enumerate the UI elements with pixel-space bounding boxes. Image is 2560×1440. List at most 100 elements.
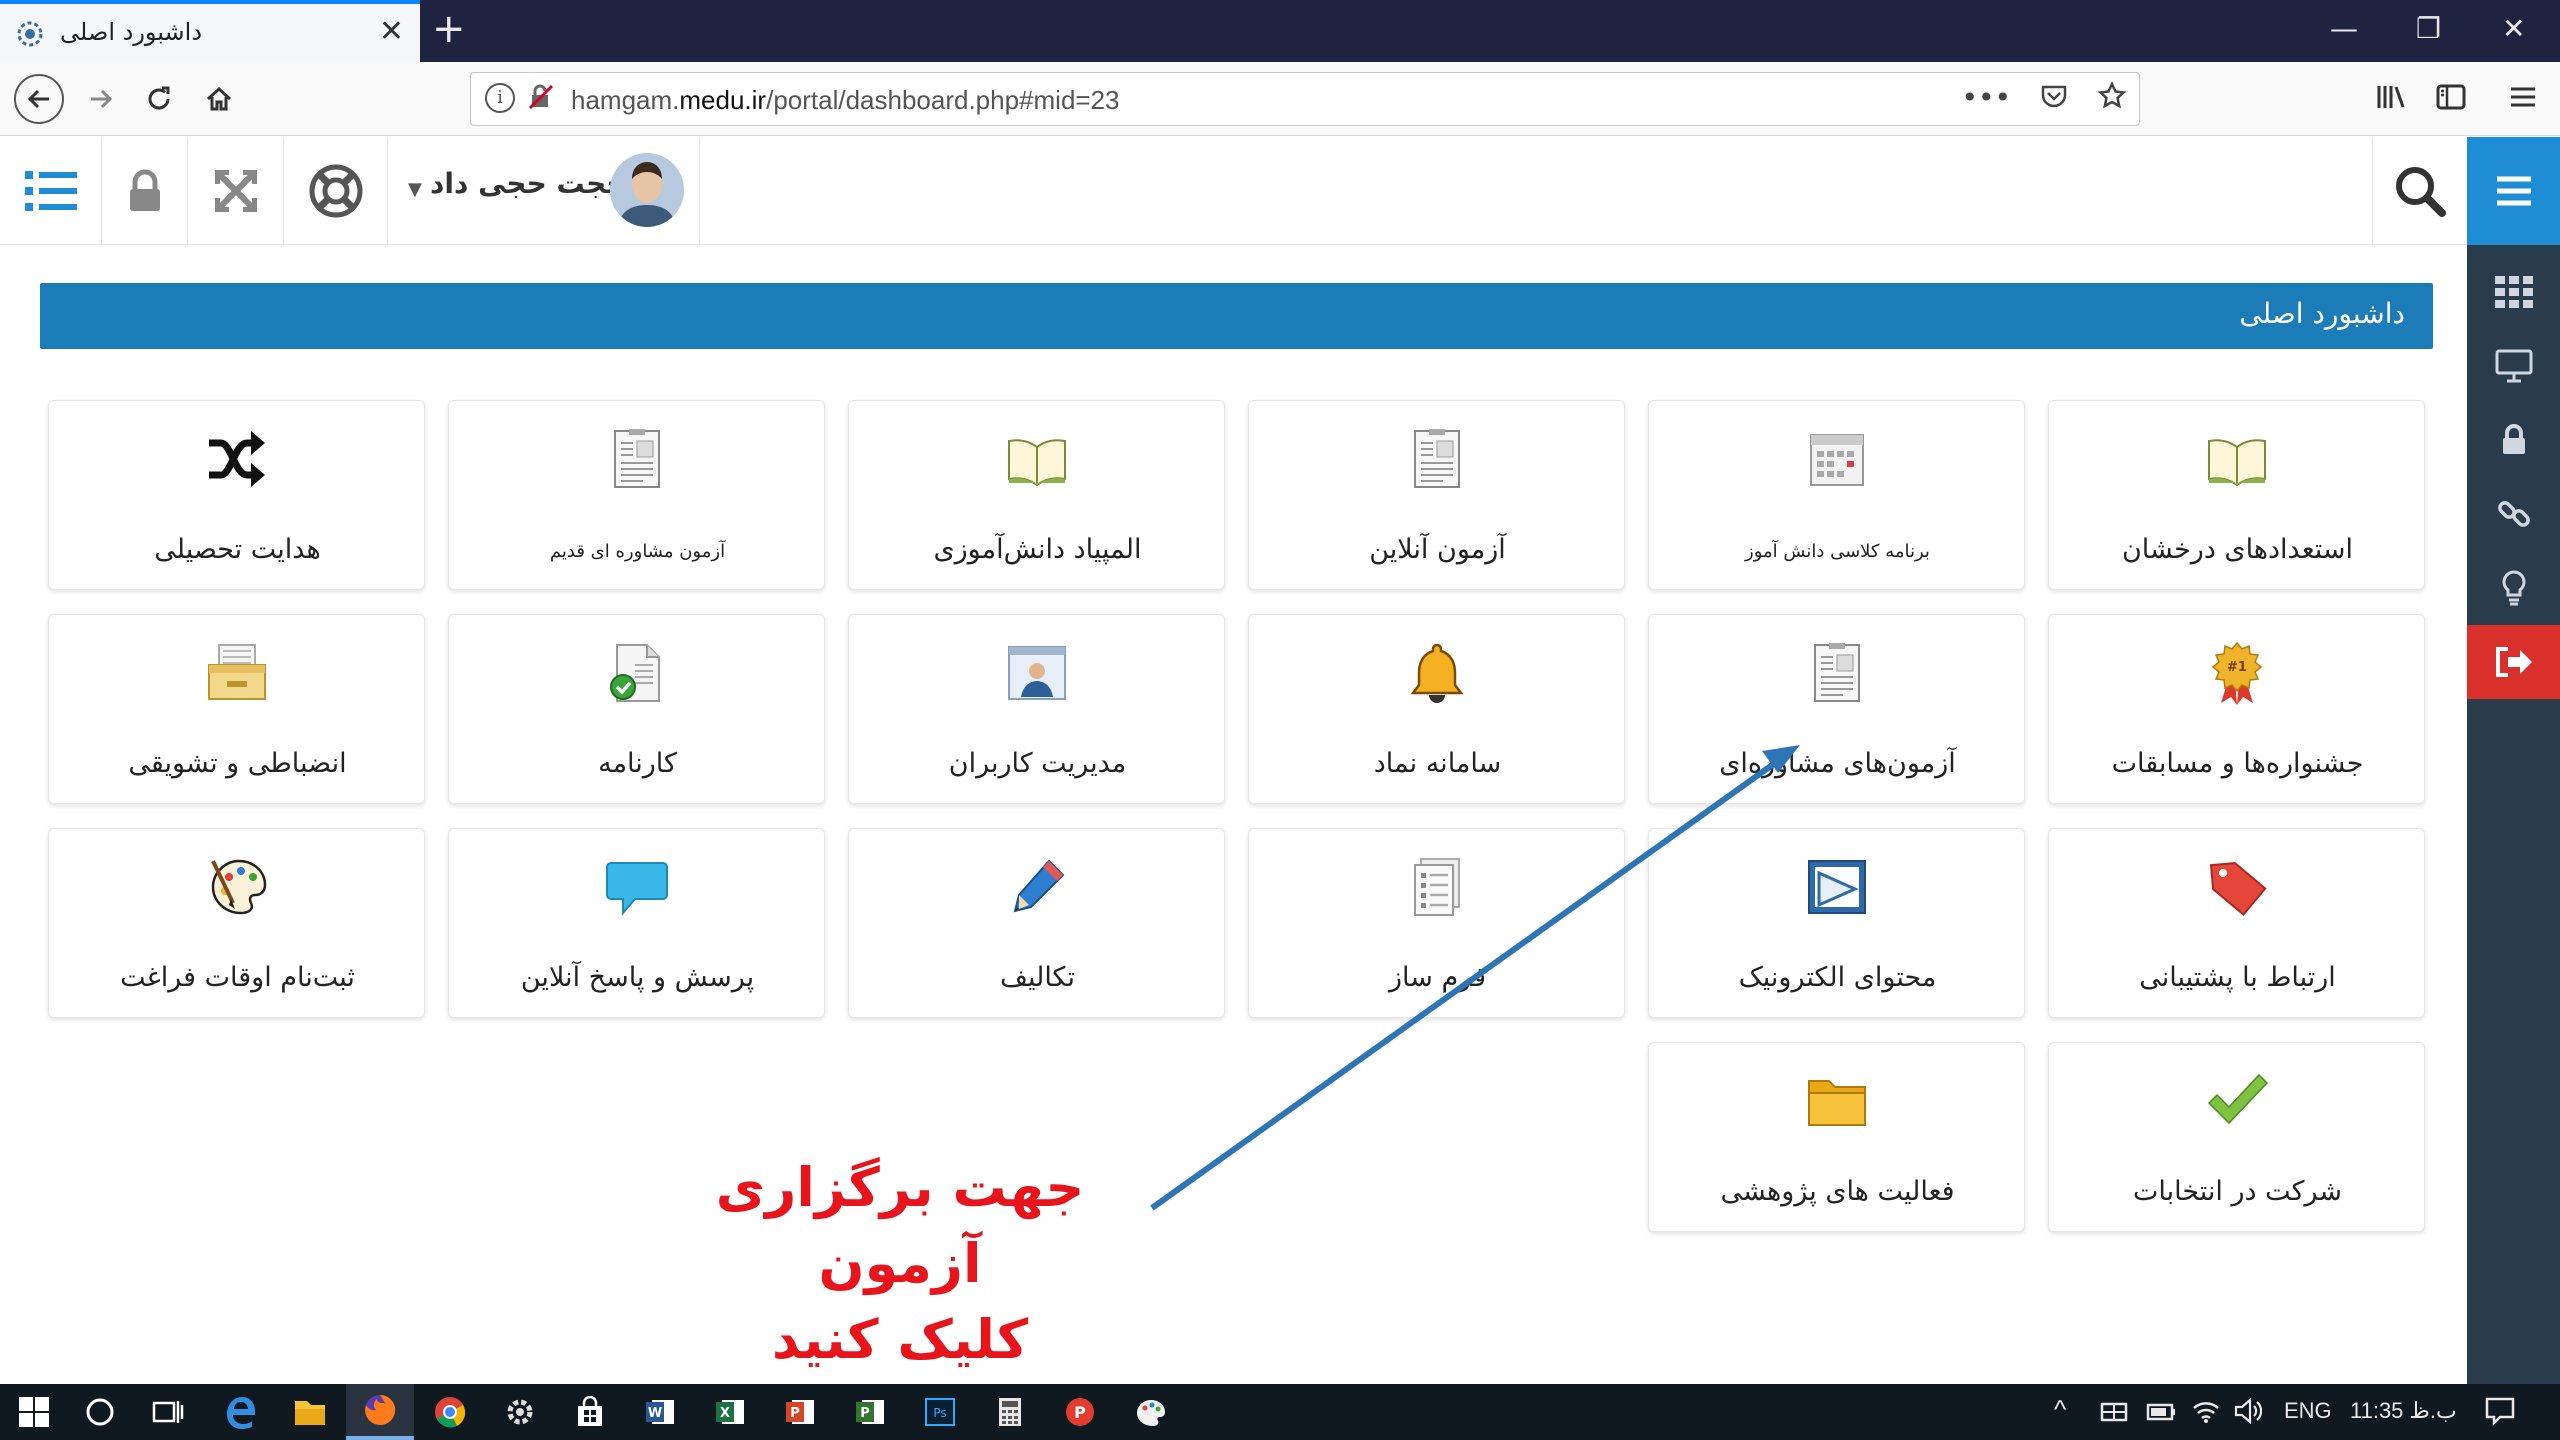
svg-text:Ps: Ps	[933, 1406, 946, 1420]
tile-user-management[interactable]: مدیریت کاربران	[848, 614, 1225, 804]
taskbar-project[interactable]: P	[836, 1384, 904, 1440]
browser-tab-active[interactable]: داشبورد اصلی ✕	[0, 0, 420, 62]
hamburger-menu-icon[interactable]	[2506, 80, 2540, 114]
tile-label: استعدادهای درخشان	[2121, 534, 2354, 565]
tray-wifi-icon[interactable]	[2192, 1398, 2220, 1424]
tag-icon	[2209, 862, 2267, 916]
tile-brilliant-talents[interactable]: استعدادهای درخشان	[2048, 400, 2425, 590]
edge-icon	[227, 1397, 255, 1429]
tray-battery-icon[interactable]	[2146, 1402, 2176, 1422]
sidebar-item-ideas[interactable]	[2467, 551, 2560, 625]
svg-text:W: W	[648, 1406, 662, 1421]
tile-support-contact[interactable]: ارتباط با پشتیبانی	[2048, 828, 2425, 1018]
tile-elections[interactable]: شرکت در انتخابات	[2048, 1042, 2425, 1232]
tile-old-counseling-exam[interactable]: آزمون مشاوره ای قدیم	[448, 400, 825, 590]
taskbar-paint[interactable]	[1116, 1384, 1184, 1440]
tile-online-qa[interactable]: پرسش و پاسخ آنلاین	[448, 828, 825, 1018]
arrow-left-icon	[27, 89, 49, 109]
sign-out-icon	[2495, 647, 2532, 677]
tile-label: آزمون آنلاین	[1369, 534, 1506, 565]
restore-window-icon[interactable]: ❐	[2416, 12, 2441, 45]
tray-volume-icon[interactable]	[2234, 1398, 2262, 1424]
tile-form-builder[interactable]: فرم ساز	[1248, 828, 1625, 1018]
logout-button[interactable]	[2467, 625, 2560, 699]
pocket-icon[interactable]	[2039, 81, 2069, 111]
sidebar-item-apps[interactable]	[2467, 255, 2560, 329]
close-window-icon[interactable]: ✕	[2502, 12, 2525, 45]
start-button[interactable]	[0, 1384, 68, 1440]
tab-close-icon[interactable]: ✕	[379, 14, 404, 49]
lock-screen-button[interactable]	[102, 137, 188, 245]
avatar	[610, 153, 684, 227]
url-domain: medu.ir	[679, 85, 767, 115]
action-center-icon[interactable]	[2484, 1396, 2516, 1426]
tile-research-activities[interactable]: فعالیت های پژوهشی	[1648, 1042, 2025, 1232]
taskbar-calculator[interactable]	[976, 1384, 1044, 1440]
tile-class-schedule[interactable]: برنامه کلاسی دانش آموز	[1648, 400, 2025, 590]
tray-chevron-up-icon[interactable]: ^	[2054, 1394, 2066, 1425]
tile-electronic-content[interactable]: محتوای الکترونیک	[1648, 828, 2025, 1018]
dashboard-title-bar: داشبورد اصلی	[40, 283, 2433, 349]
page-title: داشبورد اصلی	[2239, 297, 2405, 330]
taskbar-word[interactable]: W	[626, 1384, 694, 1440]
url-text[interactable]: hamgam.medu.ir/portal/dashboard.php#mid=…	[571, 85, 1120, 116]
user-card-icon	[1008, 646, 1066, 700]
taskbar-settings[interactable]	[486, 1384, 554, 1440]
taskbar-store[interactable]	[556, 1384, 624, 1440]
url-prefix: hamgam.	[571, 85, 680, 115]
insecure-lock-icon[interactable]	[527, 83, 555, 111]
taskbar-chrome[interactable]	[416, 1384, 484, 1440]
sidebar-menu-button[interactable]	[2467, 137, 2560, 245]
task-view-button[interactable]	[134, 1384, 202, 1440]
fullscreen-button[interactable]	[188, 137, 284, 245]
back-button[interactable]	[14, 74, 64, 124]
info-icon[interactable]: i	[485, 83, 515, 113]
taskbar-pdf-app[interactable]: P	[1046, 1384, 1114, 1440]
fullscreen-icon	[214, 169, 257, 213]
cortana-button[interactable]	[66, 1384, 134, 1440]
taskbar-excel[interactable]: X	[696, 1384, 764, 1440]
tile-assignments[interactable]: تکالیف	[848, 828, 1225, 1018]
reload-button[interactable]	[136, 76, 182, 122]
tile-namad-system[interactable]: سامانه نماد	[1248, 614, 1625, 804]
sidebar-item-lock[interactable]	[2467, 403, 2560, 477]
bookmark-star-icon[interactable]	[2097, 81, 2127, 111]
taskbar-edge[interactable]	[206, 1384, 274, 1440]
open-book-icon	[1008, 439, 1066, 487]
forward-button[interactable]	[78, 76, 124, 122]
tile-festivals-competitions[interactable]: #1 جشنواره‌ها و مسابقات	[2048, 614, 2425, 804]
excel-icon: X	[716, 1400, 744, 1424]
page-actions-icon[interactable]: •••	[1961, 81, 2011, 114]
paint-palette-icon	[1137, 1400, 1165, 1426]
tile-leisure-registration[interactable]: ثبت‌نام اوقات فراغت	[48, 828, 425, 1018]
lock-icon	[2502, 424, 2525, 454]
tile-online-exam[interactable]: آزمون آنلاین	[1248, 400, 1625, 590]
tile-counseling-exams[interactable]: آزمون‌های مشاوره‌ای	[1648, 614, 2025, 804]
taskbar-firefox[interactable]	[346, 1384, 414, 1440]
new-tab-icon[interactable]: +	[432, 6, 466, 52]
tray-language[interactable]: ENG	[2284, 1398, 2332, 1424]
library-icon[interactable]	[2374, 80, 2408, 114]
sidebar-toggle-icon[interactable]	[2434, 80, 2468, 114]
tile-student-olympiad[interactable]: المپیاد دانش‌آموزی	[848, 400, 1225, 590]
sidebar-item-links[interactable]	[2467, 477, 2560, 551]
search-button[interactable]	[2372, 137, 2467, 245]
taskbar-powerpoint[interactable]: P	[766, 1384, 834, 1440]
tile-academic-guidance[interactable]: هدایت تحصیلی	[48, 400, 425, 590]
tile-discipline-rewards[interactable]: انضباطی و تشویقی	[48, 614, 425, 804]
tray-clock[interactable]: 11:35 ب.ظ	[2350, 1398, 2457, 1424]
list-menu-button[interactable]	[0, 137, 102, 245]
home-button[interactable]	[196, 76, 242, 122]
minimize-window-icon[interactable]: —	[2330, 12, 2358, 45]
url-path: /portal/dashboard.php#mid=23	[766, 85, 1120, 115]
user-menu[interactable]: ▼ حجت حجی داد	[388, 137, 700, 245]
tile-report-card[interactable]: کارنامه	[448, 614, 825, 804]
sidebar-item-desktop[interactable]	[2467, 329, 2560, 403]
taskbar-photoshop[interactable]: Ps	[906, 1384, 974, 1440]
annotation-line-2: کلیک کنید	[771, 1308, 1029, 1371]
tray-network-adapter-icon[interactable]	[2100, 1400, 2128, 1424]
address-bar[interactable]: i hamgam.medu.ir/portal/dashboard.php#mi…	[470, 72, 2140, 126]
support-button[interactable]	[284, 137, 388, 245]
tile-label: پرسش و پاسخ آنلاین	[520, 962, 755, 993]
taskbar-file-explorer[interactable]	[276, 1384, 344, 1440]
